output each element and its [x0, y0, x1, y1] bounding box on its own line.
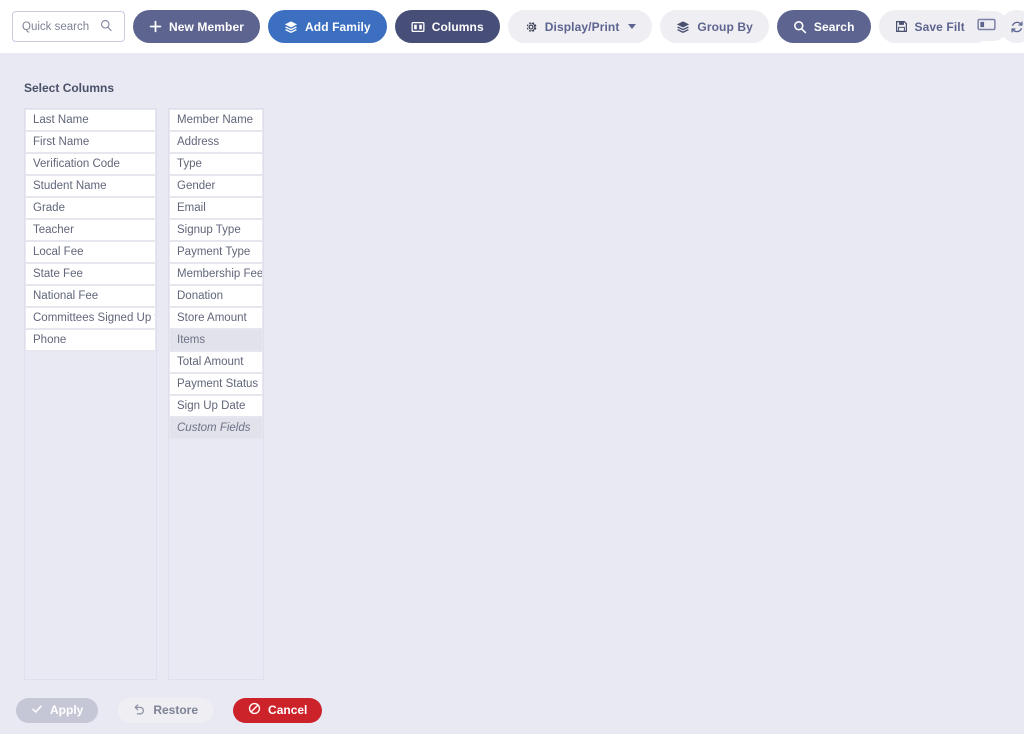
- plus-icon: [149, 20, 162, 33]
- column-list-item[interactable]: Custom Fields: [169, 417, 263, 439]
- panel-layout-icon: [976, 18, 996, 34]
- search-input[interactable]: [22, 20, 100, 33]
- column-list-item[interactable]: Address: [169, 131, 263, 153]
- column-list-item[interactable]: Items: [169, 329, 263, 351]
- column-list-item[interactable]: Member Name: [169, 109, 263, 131]
- column-list-item[interactable]: Email: [169, 197, 263, 219]
- check-icon: [31, 703, 43, 718]
- ban-icon: [248, 702, 261, 718]
- layers-icon: [284, 20, 298, 34]
- search-button-label: Search: [813, 19, 855, 34]
- columns-button[interactable]: Columns: [394, 10, 500, 43]
- toolbar-button-group: New Member Add Family Columns Display/Pr…: [0, 10, 1024, 43]
- cancel-label: Cancel: [268, 703, 308, 717]
- page-title: Select Columns: [24, 81, 115, 95]
- toolbar-right-group: [964, 11, 1008, 41]
- add-family-button[interactable]: Add Family: [268, 10, 387, 43]
- column-list-item[interactable]: Last Name: [25, 109, 156, 131]
- panel-footer: Apply Restore Cancel: [0, 686, 1024, 734]
- search-icon: [100, 19, 113, 35]
- panel-layout-toggle-button[interactable]: [964, 11, 1008, 41]
- display-print-button[interactable]: Display/Print: [507, 10, 653, 43]
- apply-label: Apply: [50, 703, 84, 717]
- column-list-item[interactable]: State Fee: [25, 263, 156, 285]
- group-by-button[interactable]: Group By: [660, 10, 769, 43]
- cancel-button[interactable]: Cancel: [233, 697, 323, 723]
- column-list-item[interactable]: Signup Type: [169, 219, 263, 241]
- refresh-icon: [1010, 20, 1024, 34]
- column-list-item[interactable]: Membership Fee: [169, 263, 263, 285]
- column-list-item[interactable]: Teacher: [25, 219, 156, 241]
- gear-icon: [524, 20, 538, 34]
- new-member-button[interactable]: New Member: [133, 10, 261, 43]
- column-list-item[interactable]: Store Amount: [169, 307, 263, 329]
- column-list-item[interactable]: Payment Status: [169, 373, 263, 395]
- top-toolbar: New Member Add Family Columns Display/Pr…: [0, 0, 1024, 53]
- layers-icon: [676, 20, 690, 34]
- restore-button[interactable]: Restore: [118, 697, 214, 723]
- column-list-item[interactable]: Local Fee: [25, 241, 156, 263]
- column-list-item[interactable]: Phone: [25, 329, 156, 351]
- new-member-label: New Member: [169, 19, 245, 34]
- select-columns-area: Last Name First Name Verification Code Stud…: [24, 108, 264, 680]
- add-family-label: Add Family: [305, 19, 371, 34]
- restore-label: Restore: [153, 703, 199, 717]
- selected-columns-list[interactable]: Member Name Address Type Gender Email Signup …: [168, 108, 264, 680]
- available-columns-list[interactable]: Last Name First Name Verification Code Stud…: [24, 108, 157, 680]
- column-list-item[interactable]: Payment Type: [169, 241, 263, 263]
- column-list-item[interactable]: Grade: [25, 197, 156, 219]
- columns-label: Columns: [431, 19, 484, 34]
- quick-search-box[interactable]: [12, 11, 125, 42]
- column-list-item[interactable]: Sign Up Date: [169, 395, 263, 417]
- columns-icon: [411, 20, 425, 34]
- search-button[interactable]: Search: [776, 10, 871, 43]
- column-list-item[interactable]: National Fee: [25, 285, 156, 307]
- search-icon: [793, 20, 807, 34]
- group-by-label: Group By: [697, 19, 753, 34]
- chevron-down-icon: [628, 24, 637, 29]
- undo-icon: [133, 702, 146, 718]
- column-list-item[interactable]: First Name: [25, 131, 156, 153]
- column-list-item[interactable]: Student Name: [25, 175, 156, 197]
- column-list-item[interactable]: Verification Code: [25, 153, 156, 175]
- column-list-item[interactable]: Total Amount: [169, 351, 263, 373]
- column-list-item[interactable]: Gender: [169, 175, 263, 197]
- display-print-label: Display/Print: [544, 19, 620, 34]
- apply-button[interactable]: Apply: [16, 697, 99, 723]
- column-list-item[interactable]: Committees Signed Up for: [25, 307, 156, 329]
- column-list-item[interactable]: Donation: [169, 285, 263, 307]
- save-icon: [895, 20, 908, 33]
- column-list-item[interactable]: Type: [169, 153, 263, 175]
